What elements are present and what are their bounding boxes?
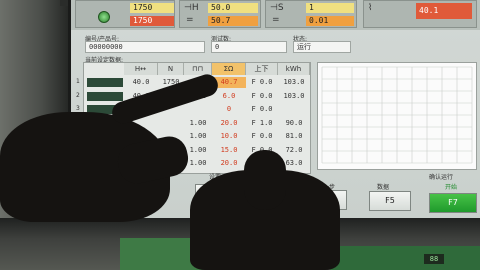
table-cell[interactable]: 103.0: [278, 77, 310, 88]
row-number: 1: [76, 78, 80, 85]
readout-power: ⌇ 40.1: [363, 0, 477, 28]
table-cell[interactable]: 1.00: [184, 145, 212, 156]
frequency-set: 50.0: [208, 3, 258, 13]
readout-step: ⊣S = 1 0.01: [265, 0, 357, 28]
readout-frequency: ⊣H = 50.0 50.7: [179, 0, 261, 28]
readout-speed: 1750 1750: [75, 0, 175, 28]
step-symbol: ⊣S: [270, 3, 284, 13]
f7-start-button[interactable]: F7: [429, 193, 477, 213]
led-display: 88: [424, 254, 444, 264]
col-header-6: kWh: [278, 63, 310, 75]
f7-caption: 开始: [445, 184, 458, 191]
table-cell[interactable]: F 1.0: [246, 118, 278, 129]
speed-actual: 1750: [130, 16, 174, 26]
f7-top-caption: 确认运行: [429, 174, 454, 181]
table-cell[interactable]: [158, 118, 184, 129]
frequency-actual: 50.7: [208, 16, 258, 26]
f5-button[interactable]: F5: [369, 191, 411, 211]
table-cell[interactable]: 1.00: [184, 118, 212, 129]
trend-grid: [321, 66, 473, 164]
power-symbol: ⌇: [368, 3, 373, 13]
status-led-icon: [98, 11, 110, 23]
row-indicator: [87, 78, 123, 87]
step-set: 1: [306, 3, 354, 13]
col-header-2: N: [158, 63, 184, 75]
table-cell[interactable]: 1.00: [184, 131, 212, 142]
table-cell[interactable]: 0: [212, 104, 246, 115]
table-cell[interactable]: 103.0: [278, 91, 310, 102]
col-header-4[interactable]: ΣΩ: [212, 63, 246, 75]
frequency-symbol: ⊣H: [184, 3, 199, 13]
table-cell[interactable]: [184, 104, 212, 115]
table-cell[interactable]: 20.0: [212, 118, 246, 129]
table-cell[interactable]: 90.0: [278, 118, 310, 129]
table-cell[interactable]: [278, 104, 310, 115]
power-actual: 40.1: [416, 3, 472, 19]
table-cell[interactable]: F 0.0: [246, 91, 278, 102]
table-cell[interactable]: 20.0: [212, 158, 246, 169]
table-cell[interactable]: 10.0: [212, 131, 246, 142]
test-count-field[interactable]: 0: [211, 41, 287, 53]
speed-set: 1750: [130, 3, 174, 13]
col-header-1: H↔: [124, 63, 158, 75]
row-number: 3: [76, 105, 80, 112]
status-field: 运行: [293, 41, 351, 53]
table-cell[interactable]: 6.0: [212, 91, 246, 102]
table-cell[interactable]: F 0.0: [246, 104, 278, 115]
table-cell[interactable]: 15.0: [212, 145, 246, 156]
product-id-field[interactable]: 00000000: [85, 41, 205, 53]
f5-caption: 数据: [377, 184, 390, 191]
step-actual: 0.01: [306, 16, 354, 26]
table-cell[interactable]: 72.0: [278, 145, 310, 156]
readout-bar: 1750 1750 ⊣H = 50.0 50.7 ⊣S = 1 0.01 ⌇ 4…: [71, 0, 480, 30]
table-cell[interactable]: F 0.0: [246, 131, 278, 142]
table-cell[interactable]: 40.0: [124, 77, 158, 88]
trend-chart: [317, 62, 477, 170]
table-cell[interactable]: 81.0: [278, 131, 310, 142]
row-indicator: [87, 91, 123, 101]
control-panel-right: [330, 246, 480, 270]
table-cell[interactable]: F 0.0: [246, 77, 278, 88]
col-header-5: 上下: [246, 63, 278, 75]
row-number: 2: [76, 91, 80, 99]
